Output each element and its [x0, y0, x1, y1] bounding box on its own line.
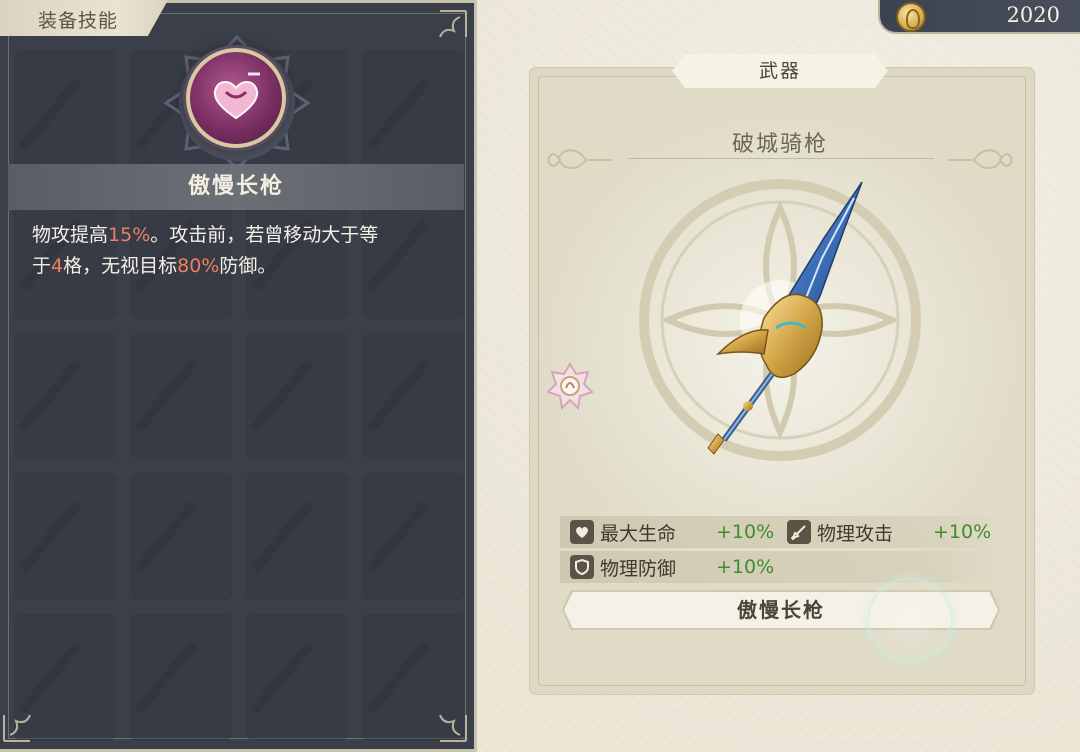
skill-icon[interactable] [186, 48, 286, 148]
stat-physical-defense: 物理防御 +10% [570, 551, 774, 583]
skill-slot [130, 332, 232, 460]
corner-ornament-icon [3, 714, 31, 742]
stat-label: 物理攻击 [817, 522, 894, 545]
left-flourish-icon [546, 149, 612, 169]
desc-text: 物攻提高 [32, 224, 109, 246]
desc-text: 格，无视目标 [63, 255, 178, 277]
weapon-name: 破城骑枪 [731, 132, 828, 157]
weapon-category-tab: 武器 [672, 54, 888, 88]
desc-highlight: 80% [177, 255, 220, 277]
sword-icon [787, 520, 811, 544]
desc-highlight: 15% [108, 224, 151, 246]
skill-slot [362, 51, 464, 178]
currency-value: 2020 [1006, 3, 1060, 27]
skill-slot [362, 473, 464, 601]
corner-ornament-icon [439, 10, 467, 38]
skill-description: 物攻提高15%。攻击前，若曾移动大于等 于4格，无视目标80%防御。 [32, 220, 432, 282]
stat-label: 最大生命 [600, 522, 677, 545]
skill-slot [246, 614, 348, 741]
skill-slot [246, 473, 348, 601]
touch-ripple [868, 578, 952, 662]
stat-value: +10% [933, 521, 992, 543]
heart-icon [570, 520, 594, 544]
title-divider [628, 158, 934, 159]
shield-icon [570, 555, 594, 579]
desc-text: 于 [32, 255, 52, 277]
stat-physical-attack: 物理攻击 +10% [787, 516, 991, 548]
skill-slot [14, 51, 116, 178]
corner-ornament-icon [439, 714, 467, 742]
heart-lance-icon [213, 72, 260, 120]
stat-max-hp: 最大生命 +10% [570, 516, 774, 548]
skill-slot [246, 332, 348, 460]
skill-slot [14, 332, 116, 460]
desc-text: 防御。 [219, 255, 277, 277]
desc-text: 。攻击前，若曾移动大于等 [150, 224, 379, 246]
right-flourish-icon [948, 149, 1014, 169]
rarity-gem-icon[interactable] [546, 362, 594, 410]
stat-value: +10% [716, 521, 775, 543]
desc-highlight: 4 [51, 255, 64, 277]
skill-slot [14, 473, 116, 601]
equipped-skill-tab[interactable]: 装备技能 [0, 0, 168, 36]
skill-slot [130, 614, 232, 741]
stat-label: 物理防御 [600, 557, 677, 580]
gold-coin-icon [896, 2, 926, 32]
lance-weapon-art [707, 181, 863, 455]
stat-value: +10% [716, 556, 775, 578]
skill-name: 傲慢长枪 [8, 164, 464, 210]
skill-slot [130, 473, 232, 601]
skill-slot [362, 332, 464, 460]
currency-badge[interactable]: 2020 [878, 0, 1080, 34]
